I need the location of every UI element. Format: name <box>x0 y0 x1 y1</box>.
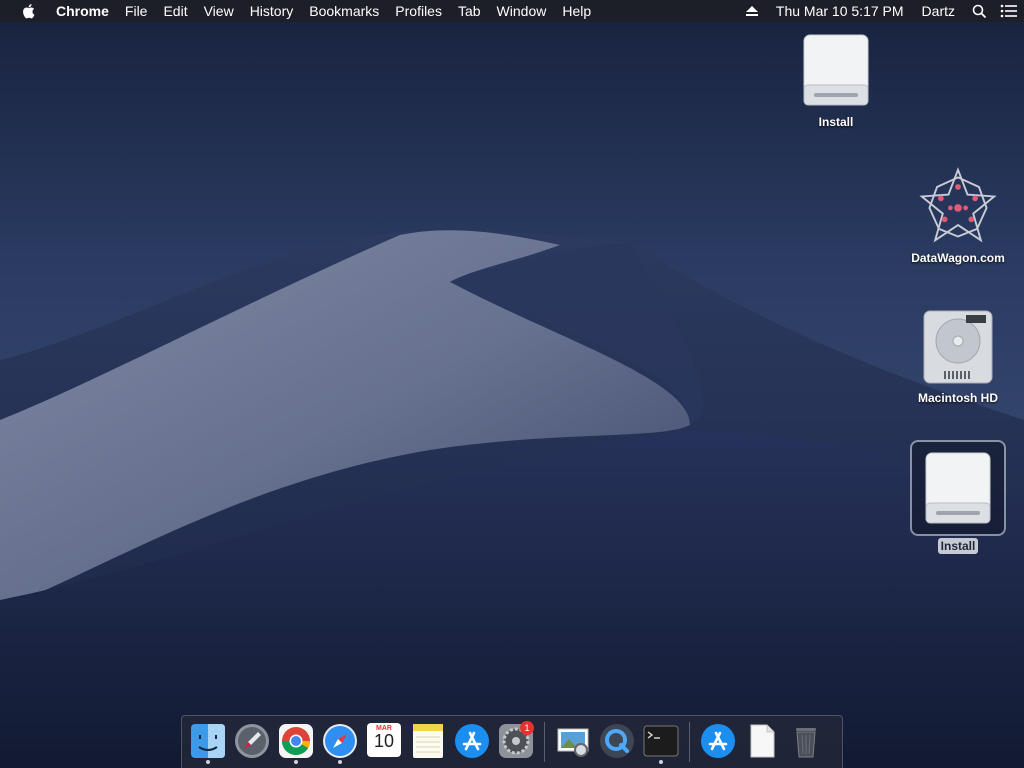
menu-tab[interactable]: Tab <box>450 0 489 22</box>
dock-safari[interactable] <box>318 719 362 765</box>
dock-finder[interactable] <box>186 719 230 765</box>
menu-profiles[interactable]: Profiles <box>387 0 450 22</box>
menu-file[interactable]: File <box>117 0 156 22</box>
menu-clock[interactable]: Thu Mar 10 5:17 PM <box>767 0 913 22</box>
calendar-icon: MAR 10 <box>367 723 401 757</box>
dock-terminal[interactable] <box>639 719 683 765</box>
datawagon-logo-icon <box>918 166 998 246</box>
launchpad-icon <box>235 724 269 758</box>
spotlight-search-icon[interactable] <box>964 0 994 22</box>
desktop-icon-label: Install <box>937 538 979 554</box>
dock: MAR 10 1 <box>181 715 843 768</box>
eject-icon[interactable] <box>737 0 767 22</box>
desktop-icon-macintosh-hd[interactable]: Macintosh HD <box>903 306 1013 406</box>
menu-help[interactable]: Help <box>554 0 599 22</box>
dock-preview[interactable] <box>551 719 595 765</box>
menu-bookmarks[interactable]: Bookmarks <box>301 0 387 22</box>
app-store-downloads-icon <box>701 724 735 758</box>
menu-app-chrome[interactable]: Chrome <box>56 0 117 22</box>
terminal-icon <box>643 725 679 757</box>
menu-edit[interactable]: Edit <box>155 0 195 22</box>
finder-icon <box>191 724 225 758</box>
running-indicator <box>659 760 663 764</box>
desktop-icon-label: DataWagon.com <box>911 251 1005 265</box>
dock-calendar[interactable]: MAR 10 <box>362 719 406 765</box>
desktop-icon-datawagon[interactable]: DataWagon.com <box>903 166 1013 266</box>
dock-launchpad[interactable] <box>230 719 274 765</box>
menu-user-name[interactable]: Dartz <box>913 0 964 22</box>
menu-view[interactable]: View <box>196 0 242 22</box>
notification-badge: 1 <box>520 721 534 735</box>
desktop-icon-label: Install <box>818 115 854 129</box>
desktop-icon-install-2[interactable]: Install <box>903 440 1013 554</box>
chrome-icon <box>279 724 313 758</box>
notes-icon <box>413 724 443 758</box>
trash-icon <box>796 728 816 758</box>
dock-chrome[interactable] <box>274 719 318 765</box>
menu-bar-status-area: Thu Mar 10 5:17 PM Dartz <box>737 0 1024 22</box>
hard-drive-icon <box>918 306 998 386</box>
quicktime-icon <box>600 724 634 758</box>
dock-app-store[interactable] <box>450 719 494 765</box>
menu-window[interactable]: Window <box>489 0 555 22</box>
external-drive-icon <box>796 30 876 110</box>
desktop-icon-install-1[interactable]: Install <box>781 30 891 130</box>
running-indicator <box>206 760 210 764</box>
dock-app-store-downloads[interactable] <box>696 719 740 765</box>
running-indicator <box>294 760 298 764</box>
app-store-icon <box>455 724 489 758</box>
external-drive-icon <box>910 440 1006 536</box>
desktop-icon-label: Macintosh HD <box>917 391 998 405</box>
dock-document[interactable] <box>740 719 784 765</box>
preview-icon <box>557 728 589 757</box>
safari-icon <box>323 724 357 758</box>
running-indicator <box>338 760 342 764</box>
notification-center-icon[interactable] <box>994 0 1024 22</box>
menu-history[interactable]: History <box>242 0 302 22</box>
dock-system-preferences[interactable]: 1 <box>494 719 538 765</box>
dock-quicktime[interactable] <box>595 719 639 765</box>
dock-separator <box>689 722 690 762</box>
calendar-day: 10 <box>373 731 395 751</box>
menu-bar: Chrome File Edit View History Bookmarks … <box>0 0 1024 22</box>
apple-menu-icon[interactable] <box>0 0 56 22</box>
desktop: Chrome File Edit View History Bookmarks … <box>0 0 1024 768</box>
dock-separator <box>544 722 545 762</box>
dock-trash[interactable] <box>784 719 828 765</box>
document-icon <box>750 724 775 758</box>
dock-notes[interactable] <box>406 719 450 765</box>
